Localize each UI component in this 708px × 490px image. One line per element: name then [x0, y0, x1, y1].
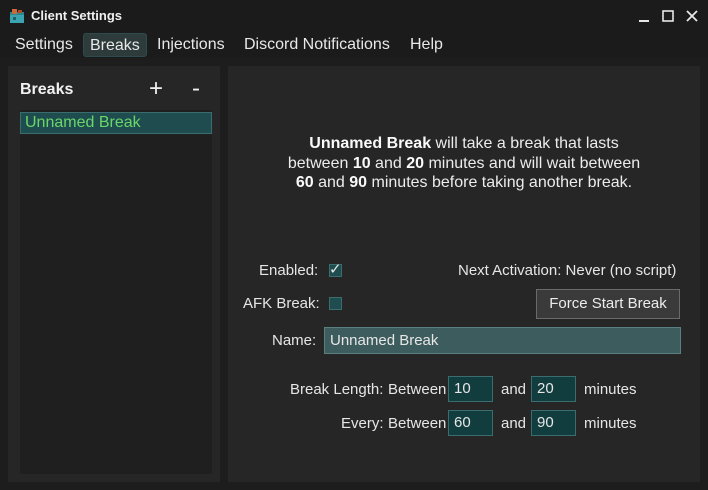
every-max-field[interactable]: 90 — [531, 410, 576, 436]
tab-help[interactable]: Help — [404, 33, 449, 57]
breaks-list: Unnamed Break — [20, 110, 212, 474]
force-start-break-button[interactable]: Force Start Break — [536, 289, 680, 319]
break-length-max-field[interactable]: 20 — [531, 376, 576, 402]
afk-break-label: AFK Break: — [243, 295, 320, 312]
every-label: Every: — [341, 415, 384, 432]
close-icon[interactable] — [684, 8, 700, 24]
every-between-label: Between — [388, 415, 447, 432]
remove-break-button[interactable]: - — [192, 76, 200, 102]
break-name-field[interactable]: Unnamed Break — [324, 327, 681, 354]
break-details-panel: Unnamed Break will take a break that las… — [228, 66, 700, 482]
break-summary: Unnamed Break will take a break that las… — [287, 135, 641, 191]
afk-break-checkbox[interactable] — [329, 297, 342, 310]
minimize-icon[interactable] — [636, 8, 652, 24]
breaks-panel: Breaks + - Unnamed Break — [8, 66, 220, 482]
breaks-title: Breaks — [20, 81, 74, 98]
enabled-label: Enabled: — [259, 262, 319, 279]
break-length-min-field[interactable]: 10 — [448, 376, 493, 402]
tab-settings[interactable]: Settings — [9, 33, 79, 57]
summary-max-every: 90 — [349, 174, 368, 191]
next-activation-text: Next Activation: Never (no script) — [458, 262, 677, 279]
break-length-minutes-label: minutes — [584, 381, 637, 398]
summary-min-length: 10 — [352, 154, 371, 172]
tab-discord-notifications[interactable]: Discord Notifications — [238, 33, 396, 57]
break-length-between-label: Between — [388, 381, 447, 398]
break-length-and-label: and — [501, 381, 527, 398]
tab-bar: Settings Breaks Injections Discord Notif… — [0, 32, 708, 58]
summary-break-name: Unnamed Break — [309, 135, 432, 152]
tab-breaks[interactable]: Breaks — [83, 33, 147, 57]
add-break-button[interactable]: + — [149, 76, 163, 102]
checkmark-icon: ✓ — [329, 261, 342, 278]
break-length-label: Break Length: — [290, 381, 384, 398]
name-label: Name: — [272, 332, 317, 349]
every-minutes-label: minutes — [584, 415, 637, 432]
summary-min-every: 60 — [295, 174, 314, 191]
title-bar: Client Settings — [0, 0, 708, 32]
tab-injections[interactable]: Injections — [151, 33, 231, 57]
enabled-checkbox[interactable]: ✓ — [329, 261, 342, 278]
summary-max-length: 20 — [406, 154, 424, 172]
app-icon — [10, 9, 24, 23]
every-min-field[interactable]: 60 — [448, 410, 493, 436]
list-item[interactable]: Unnamed Break — [20, 112, 212, 134]
maximize-icon[interactable] — [660, 8, 676, 24]
every-and-label: and — [501, 415, 527, 432]
window-title: Client Settings — [31, 8, 123, 23]
